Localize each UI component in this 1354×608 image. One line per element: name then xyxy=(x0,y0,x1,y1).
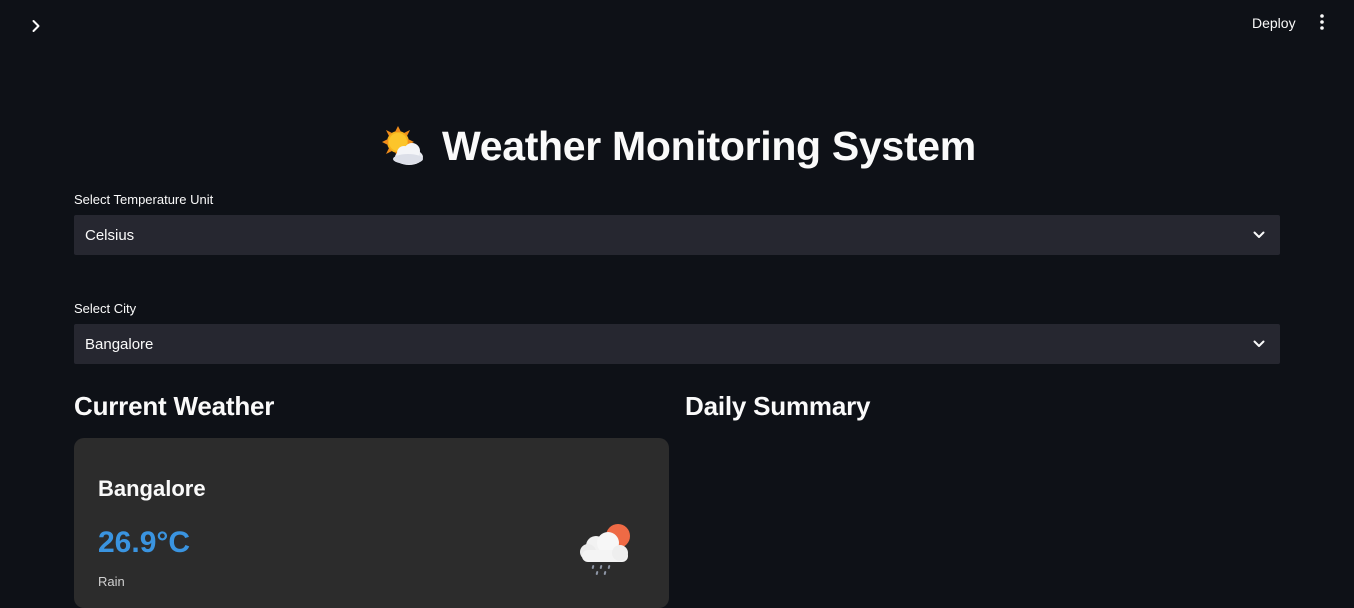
temperature-unit-value: Celsius xyxy=(85,226,135,244)
daily-summary-heading: Daily Summary xyxy=(685,391,871,421)
sun-behind-cloud-icon xyxy=(382,126,424,165)
page-title-row: Weather Monitoring System xyxy=(74,116,1280,176)
expand-sidebar-button[interactable] xyxy=(24,14,48,38)
chevron-right-icon xyxy=(32,20,40,32)
city-label: Select City xyxy=(74,301,137,316)
chevron-down-icon xyxy=(1253,231,1265,238)
weather-temperature: 26.9°C xyxy=(98,526,191,559)
top-bar: Deploy xyxy=(0,0,1354,46)
chevron-down-icon xyxy=(1253,340,1265,347)
city-value: Bangalore xyxy=(85,335,154,353)
deploy-button[interactable]: Deploy xyxy=(1242,10,1306,36)
page-title: Weather Monitoring System xyxy=(442,122,976,169)
city-select[interactable]: Bangalore xyxy=(74,324,1280,364)
more-vertical-icon xyxy=(1320,14,1324,30)
current-weather-heading: Current Weather xyxy=(74,391,275,421)
temperature-unit-select[interactable]: Celsius xyxy=(74,215,1280,255)
weather-city-name: Bangalore xyxy=(98,476,206,501)
temperature-unit-label: Select Temperature Unit xyxy=(74,192,214,207)
current-weather-card: Bangalore 26.9°C Rain xyxy=(74,438,669,608)
weather-condition: Rain xyxy=(98,574,125,589)
main-menu-button[interactable] xyxy=(1310,10,1334,34)
rain-cloud-sun-icon xyxy=(580,524,630,575)
